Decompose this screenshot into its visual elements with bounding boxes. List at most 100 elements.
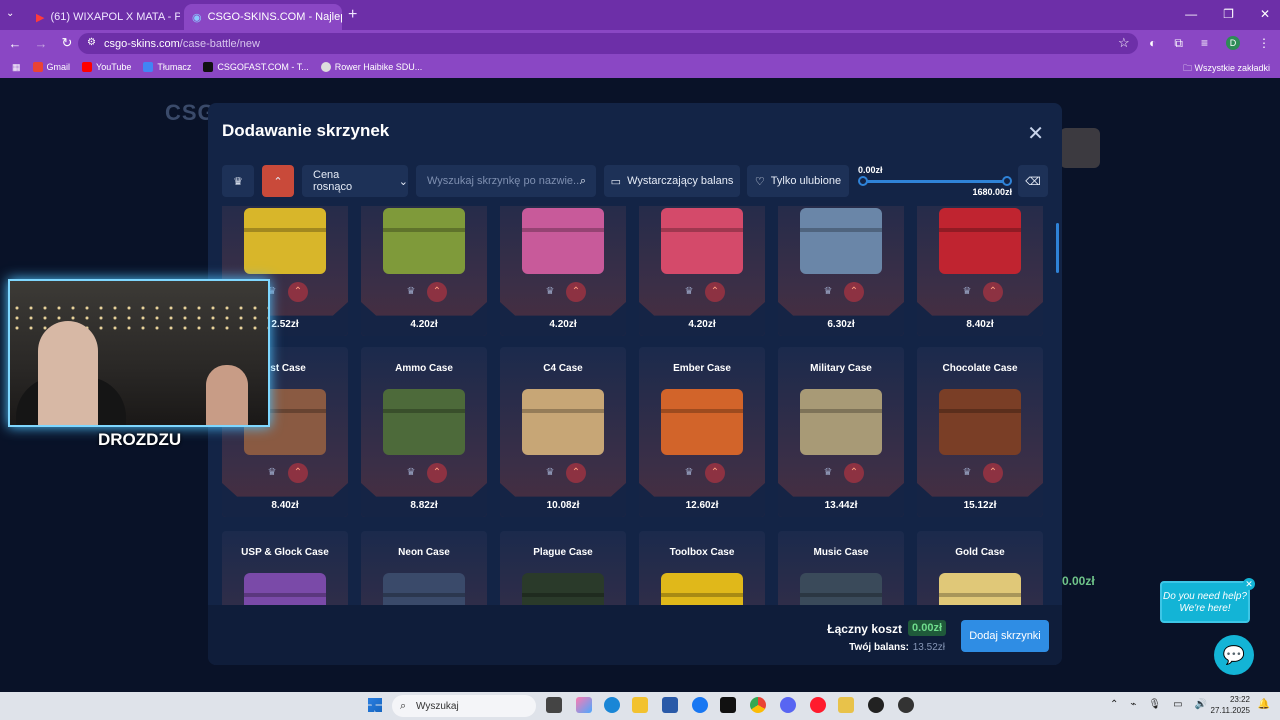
rank-icon[interactable]: ⌃ — [705, 463, 725, 483]
rank-icon[interactable]: ⌃ — [844, 463, 864, 483]
case-card[interactable]: Gold Case♛⌃ — [917, 531, 1043, 606]
case-card[interactable]: Plague Case♛⌃ — [500, 531, 626, 606]
crown-filter-button[interactable]: ♛ — [222, 165, 254, 197]
network-icon[interactable]: ⌁ — [1130, 699, 1136, 710]
crown-icon[interactable]: ♛ — [264, 465, 280, 481]
sort-select[interactable]: Cena rosnąco ⌄ — [302, 165, 408, 197]
discord-icon[interactable] — [780, 697, 796, 713]
case-card[interactable]: ♛ ⌃ 4.20zł — [639, 206, 765, 336]
rank-filter-button[interactable]: ⌃ — [262, 165, 294, 197]
balance-filter-button[interactable]: ▭ Wystarczający balans — [604, 165, 740, 197]
case-card[interactable]: Ammo Case ♛ ⌃ 8.82zł — [361, 347, 487, 517]
crown-icon[interactable]: ♛ — [542, 465, 558, 481]
close-icon[interactable]: ✕ — [1027, 121, 1044, 146]
add-cases-button[interactable]: Dodaj skrzynki — [961, 620, 1049, 652]
media-icon[interactable]: ≡ — [1201, 36, 1208, 51]
case-card[interactable]: ♛ ⌃ 4.20zł — [361, 206, 487, 336]
case-card[interactable]: ♛ ⌃ 6.30zł — [778, 206, 904, 336]
display-icon[interactable]: ▭ — [1173, 699, 1182, 710]
facebook-icon[interactable] — [692, 697, 708, 713]
case-card[interactable]: ♛ ⌃ 8.40zł — [917, 206, 1043, 336]
rank-icon[interactable]: ⌃ — [288, 463, 308, 483]
scrollbar[interactable] — [1056, 223, 1059, 273]
rank-icon[interactable]: ⌃ — [983, 463, 1003, 483]
rank-icon[interactable]: ⌃ — [705, 282, 725, 302]
clock[interactable]: 23:22 27.11.2025 — [1211, 694, 1250, 716]
crown-icon[interactable]: ♛ — [959, 465, 975, 481]
terminal-icon[interactable] — [720, 697, 736, 713]
explorer-icon[interactable] — [632, 697, 648, 713]
task-view-icon[interactable] — [546, 697, 562, 713]
bookmark-translate[interactable]: Tłumacz — [143, 62, 191, 72]
all-bookmarks[interactable]: 🗀 Wszystkie zakładki — [1183, 61, 1270, 77]
case-card[interactable]: Chocolate Case ♛ ⌃ 15.12zł — [917, 347, 1043, 517]
crown-icon[interactable]: ♛ — [403, 284, 419, 300]
taskbar-search[interactable]: ⌕ Wyszukaj — [392, 695, 536, 717]
favorites-filter-button[interactable]: ♡ Tylko ulubione — [747, 165, 849, 197]
rank-icon[interactable]: ⌃ — [566, 282, 586, 302]
new-tab-button[interactable]: + — [348, 6, 357, 24]
case-card[interactable]: Music Case♛⌃ — [778, 531, 904, 606]
slider-handle-max[interactable] — [1002, 176, 1012, 186]
maximize-icon[interactable]: ❐ — [1223, 7, 1234, 21]
search-input[interactable]: Wyszukaj skrzynkę po nazwie... ⌕ — [416, 165, 596, 197]
slider-handle-min[interactable] — [858, 176, 868, 186]
bookmark-youtube[interactable]: YouTube — [82, 62, 131, 72]
forward-icon[interactable]: → — [30, 36, 52, 51]
tab-list-button[interactable]: ⌄ — [6, 8, 14, 19]
rank-icon[interactable]: ⌃ — [566, 463, 586, 483]
case-card[interactable]: Ember Case ♛ ⌃ 12.60zł — [639, 347, 765, 517]
bookmark-csgofast[interactable]: CSGOFAST.COM - T... — [203, 62, 309, 72]
store-icon[interactable] — [662, 697, 678, 713]
crown-icon[interactable]: ♛ — [681, 465, 697, 481]
copilot-icon[interactable] — [576, 697, 592, 713]
price-range-slider[interactable]: 0.00zł 1680.00zł — [858, 165, 1012, 197]
menu-kebab-icon[interactable]: ⋮ — [1258, 36, 1270, 51]
chevron-up-icon[interactable]: ⌃ — [1110, 699, 1118, 710]
edge-icon[interactable] — [604, 697, 620, 713]
rank-icon[interactable]: ⌃ — [983, 282, 1003, 302]
profile-avatar[interactable]: D — [1226, 36, 1240, 50]
rank-icon[interactable]: ⌃ — [844, 282, 864, 302]
crown-icon[interactable]: ♛ — [403, 465, 419, 481]
notifications-icon[interactable]: 🔔 — [1258, 699, 1270, 710]
extensions-puzzle-icon[interactable]: ⧉ — [1174, 36, 1183, 51]
rank-icon[interactable]: ⌃ — [427, 463, 447, 483]
case-card[interactable]: Toolbox Case♛⌃ — [639, 531, 765, 606]
site-info-icon[interactable]: ⚙ — [87, 37, 96, 48]
bookmark-gmail[interactable]: Gmail — [32, 62, 70, 72]
start-icon[interactable] — [368, 698, 382, 712]
back-icon[interactable]: ← — [4, 36, 26, 51]
avatar[interactable] — [1060, 128, 1100, 168]
case-card[interactable]: Military Case ♛ ⌃ 13.44zł — [778, 347, 904, 517]
minimize-icon[interactable]: — — [1185, 7, 1197, 21]
mic-icon[interactable]: 🎙 — [1148, 699, 1161, 710]
url-field[interactable]: ⚙ csgo-skins.com/case-battle/new — [78, 33, 1138, 54]
close-window-icon[interactable]: ✕ — [1260, 7, 1270, 21]
app-icon[interactable] — [838, 697, 854, 713]
crown-icon[interactable]: ♛ — [542, 284, 558, 300]
case-card[interactable]: Neon Case♛⌃ — [361, 531, 487, 606]
close-help-icon[interactable]: ✕ — [1243, 578, 1255, 590]
tab-csgo-skins[interactable]: ◉ CSGO-SKINS.COM - Najlepsze ✕ — [184, 4, 342, 30]
chrome-icon[interactable] — [750, 697, 766, 713]
crown-icon[interactable]: ♛ — [820, 284, 836, 300]
case-card[interactable]: C4 Case ♛ ⌃ 10.08zł — [500, 347, 626, 517]
crown-icon[interactable]: ♛ — [820, 465, 836, 481]
bookmark-star-icon[interactable]: ☆ — [1118, 35, 1130, 51]
rank-icon[interactable]: ⌃ — [288, 282, 308, 302]
reset-filters-button[interactable]: ⌫ — [1018, 165, 1048, 197]
rank-icon[interactable]: ⌃ — [427, 282, 447, 302]
media-player-icon[interactable] — [868, 697, 884, 713]
crown-icon[interactable]: ♛ — [681, 284, 697, 300]
case-card[interactable]: USP & Glock Case♛⌃ — [222, 531, 348, 606]
apps-icon[interactable]: ▦ — [12, 62, 21, 73]
reload-icon[interactable]: ↻ — [56, 35, 78, 51]
case-card[interactable]: ♛ ⌃ 4.20zł — [500, 206, 626, 336]
chat-icon[interactable]: 💬 — [1214, 635, 1254, 675]
tab-youtube[interactable]: ▶ (61) WIXAPOL X MATA - PA 🔊 ✕ — [28, 4, 180, 30]
game-app-icon[interactable] — [898, 697, 914, 713]
crown-icon[interactable]: ♛ — [959, 284, 975, 300]
extension-icon[interactable]: ◐ — [1149, 36, 1156, 51]
volume-icon[interactable]: 🔊 — [1195, 699, 1207, 710]
